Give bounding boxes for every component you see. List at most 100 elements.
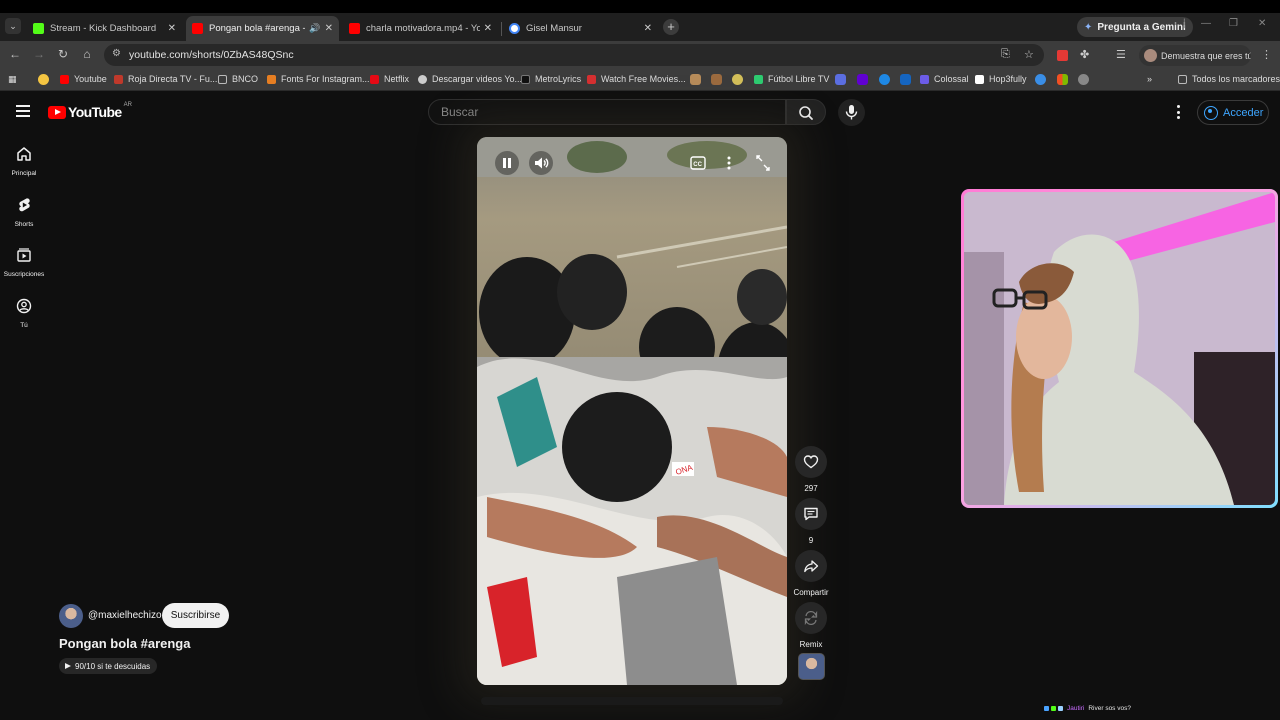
back-icon[interactable]: ← (7, 47, 23, 61)
channel-handle[interactable]: @maxielhechizo (88, 610, 162, 621)
tab-search-button[interactable]: ⌄ (5, 18, 21, 34)
channel-avatar[interactable] (59, 604, 83, 628)
reading-list-icon[interactable]: ☰ (1116, 48, 1126, 61)
captions-icon[interactable]: CC (688, 151, 708, 175)
extensions-puzzle-icon[interactable]: ✤ (1080, 48, 1089, 61)
emoji-bookmark-icon[interactable] (38, 74, 49, 85)
close-tab-icon[interactable]: ✕ (168, 23, 176, 34)
bookmark-colossal[interactable]: Colossal (920, 74, 969, 84)
audio-playing-icon[interactable]: 🔊 (309, 23, 320, 34)
window-top-edge (0, 0, 1280, 13)
webcam-feed (964, 192, 1275, 505)
youtube-logo[interactable]: YouTube AR (48, 102, 132, 120)
globe-icon[interactable] (1078, 74, 1089, 85)
bookmark-icon-5[interactable] (879, 74, 890, 85)
minimize-icon[interactable]: — (1201, 18, 1211, 29)
youtube-bookmark-icon (60, 74, 69, 84)
browser-menu-icon[interactable]: ⋮ (1261, 48, 1272, 61)
tab-gisel-mansur[interactable]: Gisel Mansur ✕ (503, 16, 658, 41)
bookmark-icon-3[interactable] (732, 74, 743, 85)
bookmark-star-icon[interactable]: ☆ (1024, 48, 1034, 61)
bookmark-hop3fully[interactable]: Hop3fully (975, 74, 1027, 84)
close-tab-icon[interactable]: ✕ (484, 23, 492, 34)
address-bar[interactable]: ⚙ youtube.com/shorts/0ZbAS48QSnc ⎘ ☆ (104, 44, 1044, 66)
bookmark-icon-7[interactable] (1035, 74, 1046, 85)
video-frame: ONA (477, 137, 787, 685)
bookmark-icon-6[interactable] (900, 74, 911, 85)
bookmark-icon-4[interactable] (835, 74, 846, 85)
menu-icon[interactable] (16, 105, 30, 117)
site-info-icon[interactable]: ⚙ (112, 48, 121, 59)
chat-badge-icon (1044, 706, 1049, 711)
bookmark-icon-2[interactable] (711, 74, 722, 85)
new-tab-button[interactable]: + (663, 19, 679, 35)
maximize-icon[interactable]: ❐ (1229, 18, 1238, 29)
bookmark-descargar[interactable]: Descargar videos Yo... (418, 74, 522, 84)
close-tab-icon[interactable]: ✕ (325, 23, 333, 34)
window-separator: | (1183, 18, 1186, 29)
install-app-icon[interactable]: ⎘ (1001, 48, 1010, 61)
bookmark-watch-movies[interactable]: Watch Free Movies... (587, 74, 686, 84)
bookmark-roja-directa[interactable]: Roja Directa TV - Fu... (114, 74, 217, 84)
nav-you[interactable]: Tú (0, 297, 48, 329)
tab-pongan-bola[interactable]: Pongan bola #arenga - You 🔊 ✕ (186, 16, 339, 41)
roja-directa-icon (114, 74, 123, 84)
bookmark-fonts[interactable]: Fonts For Instagram... (267, 74, 370, 84)
sound-chip[interactable]: 90/10 si te descuidas (59, 658, 158, 674)
tab-strip: ⌄ Stream - Kick Dashboard ✕ Pongan bola … (0, 13, 1280, 41)
nav-home[interactable]: Principal (0, 145, 48, 177)
nav-subscriptions[interactable]: Suscripciones (0, 246, 48, 278)
apps-grid-icon[interactable]: ▦ (8, 74, 17, 85)
url-text[interactable]: youtube.com/shorts/0ZbAS48QSnc (129, 49, 294, 61)
search-button[interactable] (786, 99, 826, 125)
comments-button[interactable]: 9 (795, 498, 827, 545)
close-window-icon[interactable]: ✕ (1258, 18, 1266, 29)
chat-badge-icon (1051, 706, 1056, 711)
short-title: Pongan bola #arenga (59, 636, 191, 651)
volume-button[interactable] (529, 151, 553, 175)
sign-in-button[interactable]: Acceder (1197, 100, 1269, 125)
bookmark-youtube[interactable]: Youtube (60, 74, 107, 84)
close-tab-icon[interactable]: ✕ (644, 23, 652, 34)
pause-button[interactable] (495, 151, 519, 175)
youtube-favicon-icon (349, 23, 360, 34)
forward-icon[interactable]: → (31, 47, 47, 61)
home-browser-icon[interactable]: ⌂ (79, 47, 95, 61)
more-bookmarks-icon[interactable]: » (1147, 74, 1152, 84)
extension-pdf-icon[interactable] (1057, 50, 1068, 61)
profile-chip[interactable]: Demuestra que eres tú (1139, 45, 1251, 66)
settings-more-icon[interactable] (1175, 105, 1181, 119)
subscribe-button[interactable]: Suscribirse (162, 603, 229, 628)
search-input[interactable] (429, 100, 785, 124)
bookmark-netflix[interactable]: Netflix (370, 74, 409, 84)
microsoft-icon[interactable] (1057, 74, 1068, 85)
movies-icon (587, 74, 596, 84)
account-icon (1204, 105, 1218, 120)
shorts-icon (19, 198, 30, 212)
gemini-button[interactable]: ✦ Pregunta a Gemini (1077, 17, 1193, 37)
tab-charla-motivadora[interactable]: charla motivadora.mp4 - YouTu ✕ (343, 16, 498, 41)
more-options-icon[interactable] (722, 151, 736, 175)
short-video-player[interactable]: ONA CC (477, 137, 787, 685)
reload-icon[interactable]: ↻ (55, 47, 71, 61)
nav-shorts[interactable]: Shorts (0, 196, 48, 228)
bookmark-metrolyrics[interactable]: MetroLyrics (521, 74, 581, 84)
share-button[interactable]: Compartir (793, 550, 829, 597)
bookmark-bnco[interactable]: BNCO (218, 74, 258, 84)
sound-source-thumbnail[interactable] (798, 653, 825, 680)
youtube-favicon-icon (192, 23, 203, 34)
home-icon (17, 147, 31, 161)
bookmark-icon-1[interactable] (690, 74, 701, 85)
voice-search-button[interactable] (838, 99, 865, 126)
like-button[interactable]: 297 (795, 446, 827, 493)
all-bookmarks[interactable]: Todos los marcadores (1178, 74, 1280, 84)
microphone-icon (845, 105, 858, 120)
remix-button[interactable]: Remix (795, 602, 827, 649)
fullscreen-icon[interactable] (753, 151, 773, 175)
tab-kick-dashboard[interactable]: Stream - Kick Dashboard ✕ (27, 16, 182, 41)
subscriptions-icon (17, 248, 31, 262)
volume-icon (535, 157, 549, 169)
bookmark-futbol-libre[interactable]: Fútbol Libre TV (754, 74, 829, 84)
gemini-sparkle-icon: ✦ (1084, 21, 1093, 33)
yahoo-icon[interactable] (857, 74, 868, 85)
